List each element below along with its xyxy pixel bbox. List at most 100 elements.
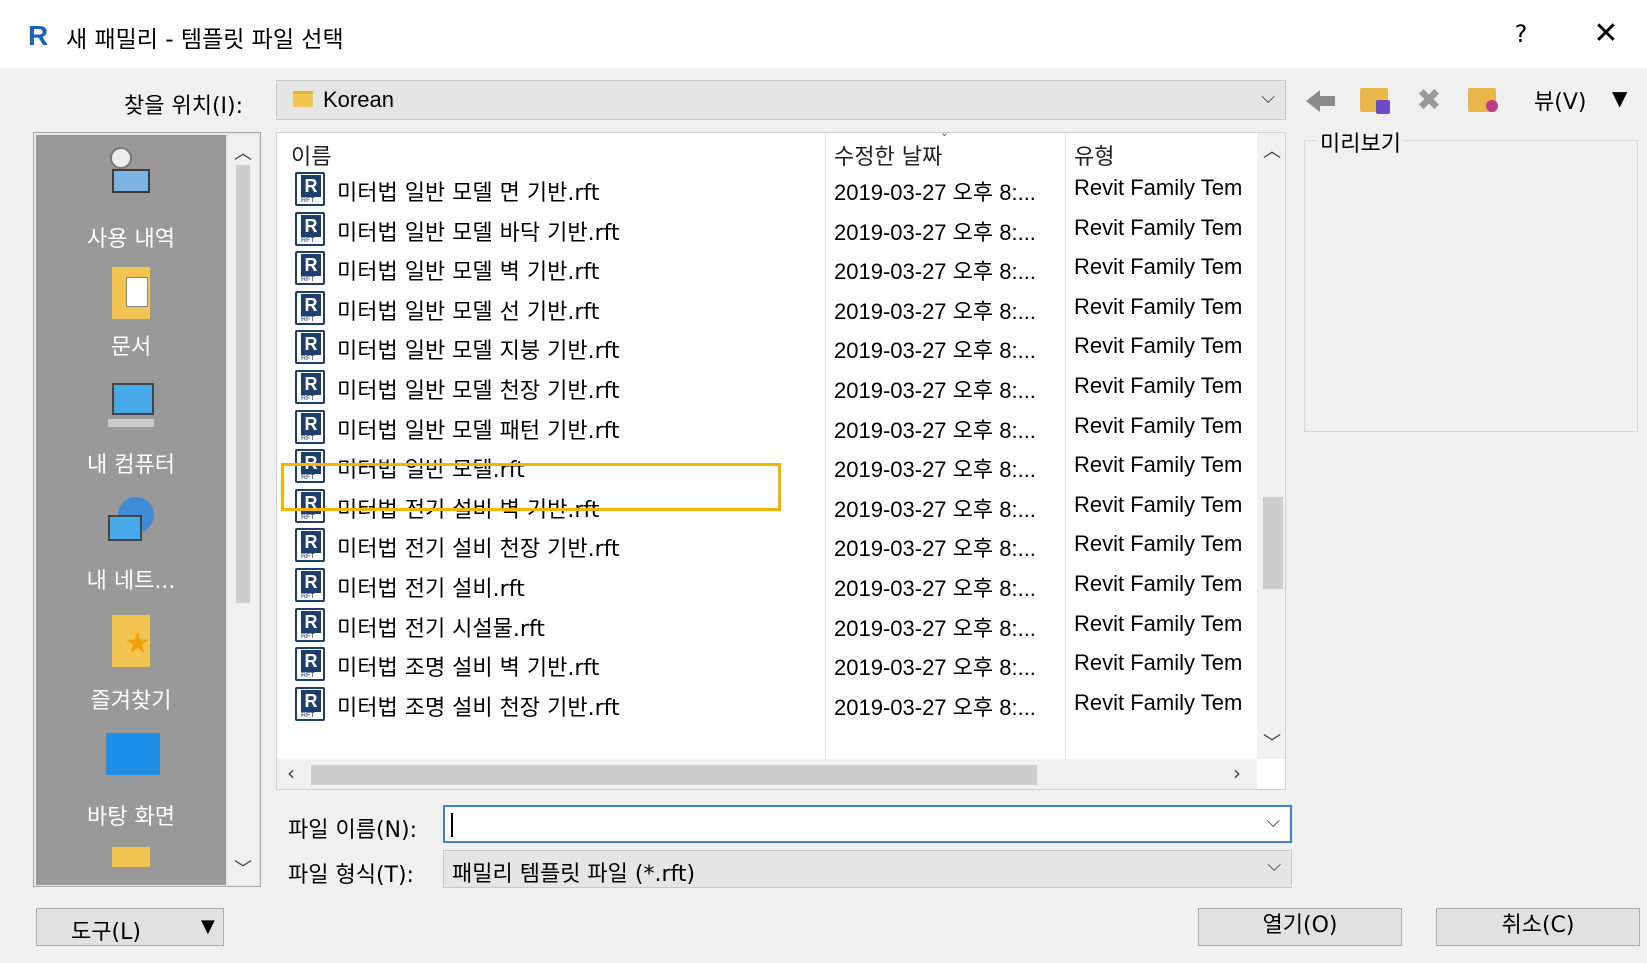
file-list-hscrollbar[interactable]: ‹ › [277,759,1257,789]
rft-file-icon: R RFT [295,370,325,404]
back-icon[interactable] [1304,84,1338,118]
chevron-down-icon[interactable]: ﹀ [1263,729,1281,755]
file-name: 미터법 일반 모델 선 기반.rft [337,299,600,325]
rft-file-icon: R RFT [295,251,325,286]
chevron-down-icon[interactable]: ⌵ [1261,87,1275,108]
file-row[interactable]: R RFT 미터법 일반 모델 지붕 기반.rft 2019-03-27 오후 8:.… [277,327,1257,368]
lookin-dropdown[interactable]: Korean ⌵ [276,80,1286,120]
file-date: 2019-03-27 오후 8:... [834,496,1036,522]
new-folder-icon[interactable] [1466,84,1500,118]
place-favorites[interactable]: ★ 즐겨찾기 [36,601,226,719]
place-computer[interactable]: 내 컴퓨터 [36,367,226,485]
window-title: 새 패밀리 - 템플릿 파일 선택 [66,27,344,53]
file-type: Revit Family Tem [1074,293,1243,319]
place-network[interactable]: 내 네트... [36,485,226,603]
file-type: Revit Family Tem [1074,214,1243,240]
file-row[interactable]: R RFT 미터법 일반 모델 면 기반.rft 2019-03-27 오후 8:..… [277,169,1257,210]
file-row[interactable]: R RFT 미터법 조명 설비 벽 기반.rft 2019-03-27 오후 8:..… [277,644,1257,685]
place-label: 즐겨찾기 [90,689,172,714]
column-header-date-label: 수정한 날짜 [834,145,943,170]
place-more[interactable] [36,835,226,885]
file-date: 2019-03-27 오후 8:... [834,694,1036,720]
scroll-thumb[interactable] [311,765,1037,785]
places-scrollbar[interactable]: ︿ ﹀ [228,135,258,885]
file-list-vscrollbar[interactable]: ︿ ﹀ [1257,133,1285,759]
place-label: 바탕 화면 [87,805,175,830]
place-label: 사용 내역 [87,227,175,252]
chevron-right-icon[interactable]: › [1233,761,1241,785]
file-row[interactable]: R RFT 미터법 일반 모델 선 기반.rft 2019-03-27 오후 8:..… [277,288,1257,329]
file-type: Revit Family Tem [1074,333,1243,359]
rft-file-icon: R RFT [295,647,325,682]
chevron-down-icon[interactable]: ⌵ [1266,811,1280,832]
file-row[interactable]: R RFT 미터법 일반 모델 벽 기반.rft 2019-03-27 오후 8:..… [277,248,1257,289]
file-name: 미터법 일반 모델 바닥 기반.rft [337,220,620,246]
place-documents[interactable]: 문서 [36,253,226,371]
place-desktop[interactable]: 바탕 화면 [36,717,226,835]
file-date: 2019-03-27 오후 8:... [834,576,1036,601]
file-row[interactable]: R RFT 미터법 전기 시설물.rft 2019-03-27 오후 8:... Rev… [277,605,1257,646]
file-row[interactable]: R RFT 미터법 조명 설비 천장 기반.rft 2019-03-27 오후 8:.… [277,684,1257,725]
documents-icon [106,263,156,319]
file-name: 미터법 일반 모델 천장 기반.rft [337,379,620,404]
chevron-left-icon[interactable]: ‹ [287,761,295,785]
favorites-icon: ★ [106,611,156,667]
view-dropdown-arrow-icon[interactable]: ▼ [1612,86,1627,110]
text-caret [451,813,453,837]
file-row[interactable]: R RFT 미터법 일반 모델 천장 기반.rft 2019-03-27 오후 8:.… [277,367,1257,408]
file-type: Revit Family Tem [1074,175,1243,200]
lookin-label: 찾을 위치(I): [124,94,244,119]
dropdown-arrow-icon: ▼ [201,916,215,937]
places-bar: 사용 내역 문서 내 컴퓨터 내 네트... ★ 즐겨찾기 바탕 화면 ︿ ﹀ [33,132,261,887]
file-date: 2019-03-27 오후 8:... [834,298,1036,324]
filename-input[interactable]: ⌵ [443,805,1292,843]
desktop-icon [106,727,160,783]
place-history[interactable]: 사용 내역 [36,135,226,253]
file-date: 2019-03-27 오후 8:... [834,219,1036,245]
file-type: Revit Family Tem [1074,650,1243,676]
delete-icon[interactable]: ✖ [1412,84,1446,118]
preview-label: 미리보기 [1316,126,1405,158]
file-name: 미터법 전기 시설물.rft [337,616,545,642]
column-header-name[interactable]: 이름 [291,139,331,171]
chevron-down-icon[interactable]: ﹀ [234,855,252,881]
file-name: 미터법 일반 모델 지붕 기반.rft [337,339,620,365]
rft-file-icon: R RFT [295,409,325,444]
chevron-up-icon[interactable]: ︿ [234,139,252,165]
tools-button[interactable]: 도구(L) ▼ [36,908,224,946]
file-row[interactable]: R RFT 미터법 일반 모델 패턴 기반.rft 2019-03-27 오후 8:.… [277,407,1257,448]
file-name: 미터법 전기 설비.rft [337,577,525,602]
cancel-button[interactable]: 취소(C) [1436,908,1640,946]
open-button[interactable]: 열기(O) [1198,908,1402,946]
file-row[interactable]: R RFT 미터법 전기 설비.rft 2019-03-27 오후 8:... Revi… [277,565,1257,606]
rft-file-icon: R RFT [295,607,325,642]
folder-icon [293,91,313,107]
filetype-dropdown[interactable]: 패밀리 템플릿 파일 (*.rft) ⌵ [443,850,1292,888]
selection-highlight [281,463,781,511]
title-bar: R 새 패밀리 - 템플릿 파일 선택 ? ✕ [0,0,1647,68]
file-type: Revit Family Tem [1074,531,1243,557]
file-date: 2019-03-27 오후 8:... [834,457,1036,483]
file-name: 미터법 일반 모델 패턴 기반.rft [337,418,620,444]
file-row[interactable]: R RFT 미터법 일반 모델 바닥 기반.rft 2019-03-27 오후 8:.… [277,209,1257,250]
chevron-down-icon[interactable]: ⌵ [1267,855,1281,876]
column-header-type[interactable]: 유형 [1074,139,1114,171]
computer-icon [106,377,156,433]
scroll-thumb[interactable] [1263,497,1283,589]
view-menu-button[interactable]: 뷰(V) [1534,84,1586,116]
file-name: 미터법 일반 모델 벽 기반.rft [337,260,600,286]
help-button[interactable]: ? [1506,20,1536,48]
file-row[interactable]: R RFT 미터법 전기 설비 천장 기반.rft 2019-03-27 오후 8:.… [277,525,1257,566]
place-label: 내 네트... [86,569,176,594]
file-name: 미터법 조명 설비 천장 기반.rft [337,695,620,721]
tools-label: 도구(L) [71,920,141,945]
file-type: Revit Family Tem [1074,689,1243,715]
chevron-up-icon[interactable]: ︿ [1263,137,1281,163]
rft-file-icon: R RFT [295,330,325,365]
close-button[interactable]: ✕ [1588,16,1624,51]
up-folder-icon[interactable] [1358,84,1392,118]
place-label: 내 컴퓨터 [87,453,175,478]
rft-file-icon: R RFT [295,568,325,602]
file-date: 2019-03-27 오후 8:... [834,536,1036,562]
scroll-thumb[interactable] [236,165,250,603]
